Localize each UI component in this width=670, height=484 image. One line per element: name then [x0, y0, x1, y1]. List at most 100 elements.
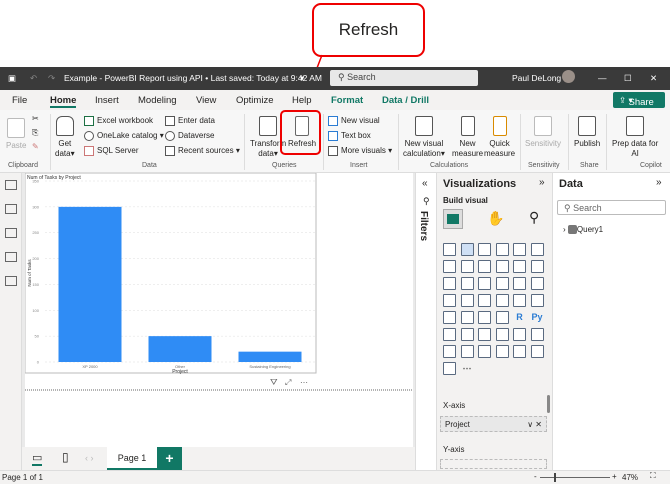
slicer-visual-icon[interactable] [460, 311, 474, 324]
filters-pane[interactable]: « ⚲ Filters [415, 173, 437, 470]
line-column-visual-icon[interactable] [513, 260, 526, 273]
key-influencers-visual-icon[interactable] [443, 328, 456, 341]
tab-view[interactable]: View [196, 95, 216, 106]
save-icon[interactable]: ▣ [8, 73, 16, 84]
onelake-catalog-button[interactable]: OneLake catalog ▾ [84, 131, 164, 141]
mobile-layout-icon[interactable]: ▯ [62, 450, 69, 464]
collapse-icon[interactable]: « [422, 178, 428, 189]
tmdl-view-icon[interactable] [5, 276, 17, 286]
excel-workbook-button[interactable]: Excel workbook [84, 116, 153, 126]
stacked-bar-visual-icon[interactable] [443, 243, 456, 256]
format-painter-icon[interactable]: ✎ [32, 142, 39, 152]
paste-button[interactable]: Paste [6, 118, 26, 151]
tab-modeling[interactable]: Modeling [138, 95, 177, 106]
waterfall-visual-icon[interactable] [460, 277, 474, 290]
publish-button[interactable]: Publish [574, 116, 600, 149]
area-visual-icon[interactable] [460, 260, 474, 273]
power-apps-visual-icon[interactable] [443, 345, 456, 358]
recent-sources-button[interactable]: Recent sources ▾ [165, 146, 240, 156]
tab-optimize[interactable]: Optimize [236, 95, 273, 106]
new-measure-button[interactable]: New measure [452, 116, 483, 159]
copy-icon[interactable]: ⎘ [32, 128, 38, 138]
ribbon-visual-icon[interactable] [443, 277, 456, 290]
minimize-icon[interactable]: — [598, 73, 607, 83]
expand-data-icon[interactable]: » [656, 177, 662, 188]
tab-data-drill[interactable]: Data / Drill [382, 95, 429, 106]
map-visual-icon[interactable] [460, 294, 474, 307]
xaxis-field-well[interactable]: Project ∨ ✕ [440, 416, 547, 432]
line-visual-icon[interactable] [443, 260, 456, 273]
r-visual-visual-icon[interactable]: R [513, 311, 526, 324]
stacked-column-visual-icon[interactable] [460, 243, 474, 256]
qa-visual-icon[interactable] [478, 328, 491, 341]
remove-field-icon[interactable]: ∨ ✕ [527, 420, 542, 429]
text-box-button[interactable]: Text box [328, 131, 371, 141]
narrative-visual-icon[interactable] [495, 328, 509, 341]
card-visual-icon[interactable] [530, 294, 544, 307]
page-nav-arrows[interactable]: ‹ › [85, 453, 94, 463]
maximize-icon[interactable]: ☐ [624, 73, 632, 84]
table-query1[interactable]: › Query1 [563, 225, 603, 235]
report-view-icon[interactable] [5, 180, 17, 190]
line-clustered-visual-icon[interactable] [530, 260, 544, 273]
pie-visual-icon[interactable] [513, 277, 526, 290]
table-view-icon[interactable] [5, 204, 17, 214]
yaxis-field-well[interactable] [440, 459, 547, 469]
multi-card-visual-icon[interactable] [478, 345, 491, 358]
tab-file[interactable]: File [12, 95, 27, 106]
scatter-visual-icon[interactable] [495, 277, 509, 290]
clustered-bar-visual-icon[interactable] [478, 243, 491, 256]
new-visual-button[interactable]: New visual [328, 116, 380, 126]
azure-map-visual-icon[interactable] [495, 294, 509, 307]
image-visual-icon[interactable] [495, 345, 509, 358]
copilot-visual-icon[interactable] [530, 345, 544, 358]
kpi-visual-icon[interactable] [443, 311, 456, 324]
get-data-button[interactable]: Get data▾ [55, 116, 75, 159]
title-dropdown-icon[interactable]: ▾ [300, 73, 304, 84]
tab-format[interactable]: Format [331, 95, 363, 106]
dataverse-button[interactable]: Dataverse [165, 131, 214, 141]
smart-narrative-visual-icon[interactable] [443, 362, 456, 375]
stacked-area-visual-icon[interactable] [478, 260, 491, 273]
tab-help[interactable]: Help [292, 95, 312, 106]
share-button[interactable]: ⇪ Share ▾ [613, 92, 665, 108]
page-tab-1[interactable]: Page 1 [107, 447, 157, 470]
100-area-visual-icon[interactable] [495, 260, 509, 273]
cut-icon[interactable]: ✂ [32, 114, 39, 124]
redo-icon[interactable]: ↷ [48, 73, 55, 84]
matrix-visual-icon[interactable] [495, 311, 509, 324]
zoom-in-icon[interactable]: + [612, 472, 617, 481]
100-column-visual-icon[interactable] [530, 243, 544, 256]
add-page-button[interactable]: + [157, 447, 182, 470]
desktop-layout-icon[interactable]: ▭ [32, 451, 43, 466]
paginated-visual-icon[interactable] [530, 328, 544, 341]
button-slicer-visual-icon[interactable] [513, 345, 526, 358]
search-box[interactable]: ⚲ Search [330, 70, 478, 86]
new-visual-calculation-button[interactable]: New visual calculation▾ [403, 116, 445, 159]
treemap-visual-icon[interactable] [443, 294, 456, 307]
expand-icon[interactable]: » [539, 177, 545, 188]
avatar[interactable] [562, 70, 575, 83]
python-visual-visual-icon[interactable]: Py [531, 311, 544, 324]
more-visual-icon[interactable]: ⋯ [461, 362, 474, 375]
prep-data-ai-button[interactable]: Prep data for AI [612, 116, 658, 159]
fit-page-icon[interactable]: ⛶ [650, 471, 656, 481]
enter-data-button[interactable]: Enter data [165, 116, 215, 126]
zoom-slider[interactable] [540, 473, 610, 482]
undo-icon[interactable]: ↶ [30, 73, 37, 84]
power-automate-visual-icon[interactable] [460, 345, 474, 358]
dax-query-icon[interactable] [5, 252, 17, 262]
100-bar-visual-icon[interactable] [513, 243, 526, 256]
tab-insert[interactable]: Insert [95, 95, 119, 106]
gauge-visual-icon[interactable] [513, 294, 526, 307]
sql-server-button[interactable]: SQL Server [84, 146, 139, 156]
decomposition-tree-visual-icon[interactable] [460, 328, 474, 341]
model-view-icon[interactable] [5, 228, 17, 238]
quick-measure-button[interactable]: Quick measure [484, 116, 515, 159]
tab-home[interactable]: Home [50, 95, 77, 108]
sensitivity-button[interactable]: Sensitivity [525, 116, 561, 149]
funnel-visual-icon[interactable] [478, 277, 491, 290]
clustered-column-visual-icon[interactable] [495, 243, 509, 256]
filled-map-visual-icon[interactable] [478, 294, 491, 307]
analytics-icon[interactable]: ⚲ [529, 209, 539, 226]
